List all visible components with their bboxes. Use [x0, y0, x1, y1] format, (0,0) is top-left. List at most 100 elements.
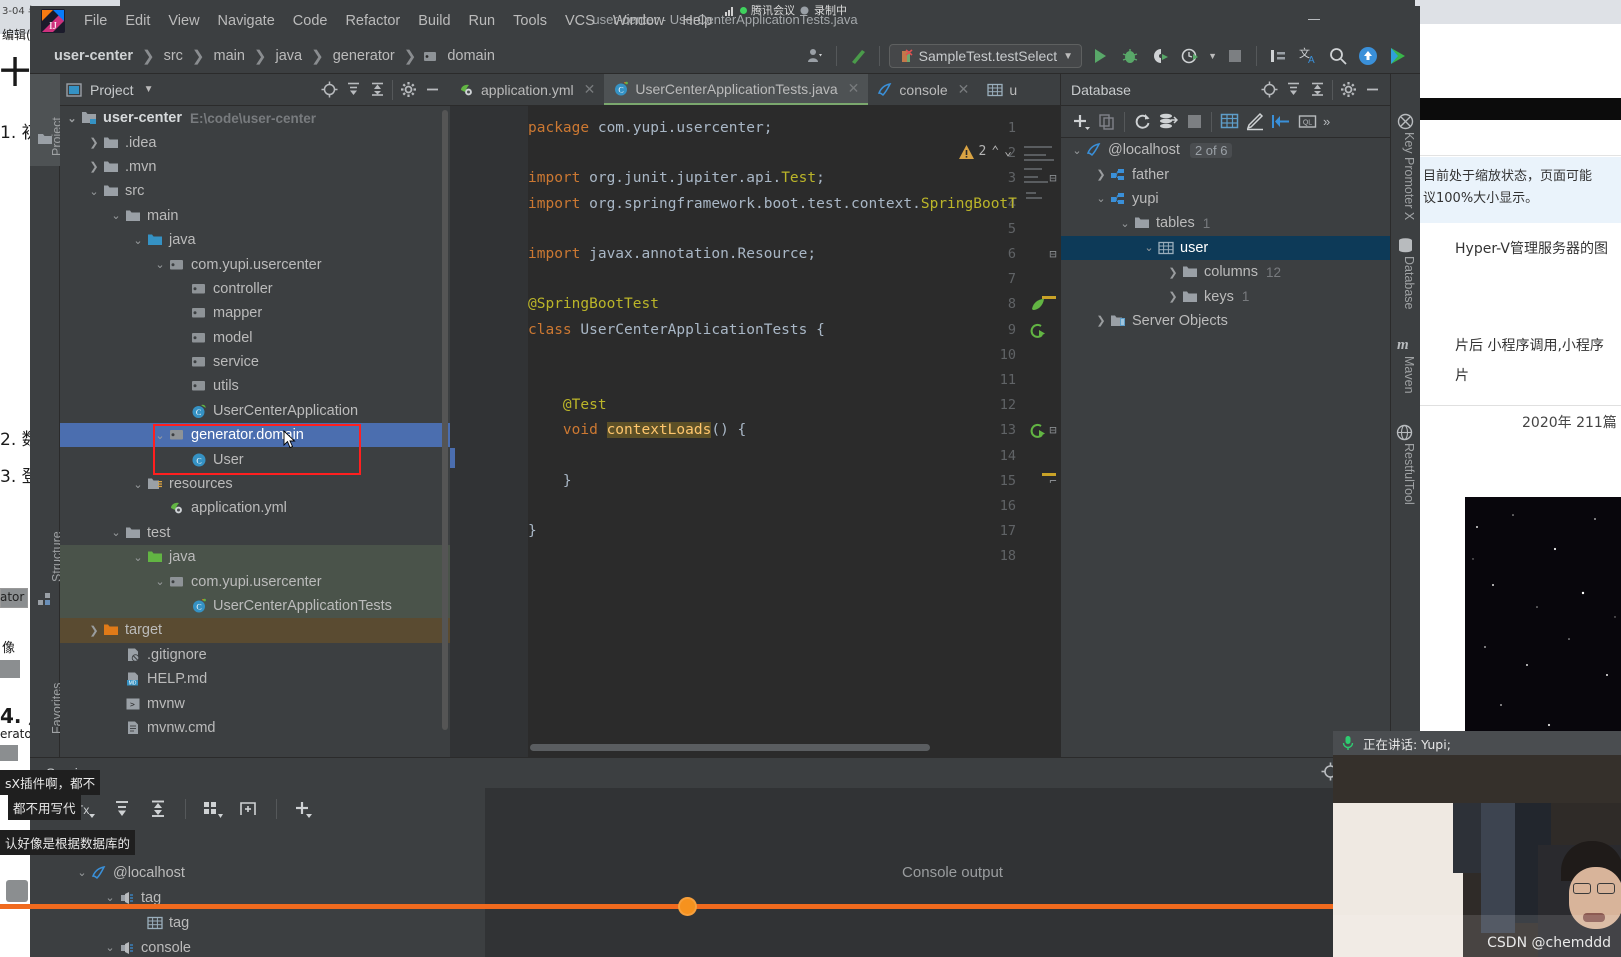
menu-help[interactable]: Help: [674, 10, 720, 32]
project-tree-row[interactable]: ⌄ generator.domain: [60, 423, 450, 448]
database-tree-row[interactable]: ⌄ @localhost 2 of 6: [1061, 138, 1390, 162]
project-tree-row[interactable]: ❯ .mvn: [60, 155, 450, 179]
chevron-right-icon[interactable]: ❯: [86, 136, 102, 149]
chevron-down-icon[interactable]: ⌄: [1117, 217, 1133, 230]
chevron-down-icon[interactable]: ⌄: [102, 891, 118, 904]
chevron-down-icon[interactable]: ⌄: [130, 234, 146, 247]
expand-all-icon[interactable]: [1281, 78, 1305, 102]
project-scrollbar[interactable]: [442, 110, 448, 730]
chevron-down-icon[interactable]: ⌄: [1069, 144, 1085, 157]
minimize-button[interactable]: [1308, 19, 1320, 20]
video-progress-knob[interactable]: [678, 897, 697, 916]
project-tree-row[interactable]: mapper: [60, 301, 450, 325]
breadcrumb-user-center[interactable]: user-center: [50, 46, 137, 66]
chevron-down-icon[interactable]: ⌄: [108, 526, 124, 539]
chevron-right-icon[interactable]: ❯: [86, 624, 102, 637]
breadcrumb-java[interactable]: java: [272, 46, 307, 66]
expand-all-icon[interactable]: [341, 78, 365, 102]
services-tree-row[interactable]: ⌄ @localhost: [30, 860, 485, 885]
gear-icon[interactable]: [396, 78, 420, 102]
menu-navigate[interactable]: Navigate: [210, 10, 283, 32]
code-line[interactable]: class UserCenterApplicationTests {: [528, 322, 825, 338]
collapse-all-icon[interactable]: [365, 78, 389, 102]
project-tree-row[interactable]: ❯ .idea: [60, 130, 450, 154]
project-tree-row[interactable]: ⌄ com.yupi.usercenter: [60, 569, 450, 594]
sidebar-item-restful-tool[interactable]: RestfulTool: [1402, 443, 1416, 505]
grid-icon[interactable]: [201, 797, 225, 821]
project-tree-row[interactable]: application.yml: [60, 496, 450, 520]
editor-tab[interactable]: C UserCenterApplicationTests.java ✕: [604, 74, 869, 105]
chevron-down-icon[interactable]: ⌄: [108, 209, 124, 222]
fold-collapse-icon[interactable]: ⊟: [1046, 423, 1060, 437]
database-tree-row[interactable]: ❯ keys 1: [1061, 284, 1390, 308]
project-tree-row[interactable]: C UserCenterApplicationTests: [60, 593, 450, 619]
editor-gutter[interactable]: [450, 106, 528, 757]
close-tab-icon[interactable]: ✕: [958, 81, 970, 98]
hide-panel-icon[interactable]: [1360, 78, 1384, 102]
code-line[interactable]: import org.junit.jupiter.api.Test;: [528, 170, 825, 186]
breadcrumb-src[interactable]: src: [160, 46, 187, 66]
code-line[interactable]: void contextLoads() {: [528, 422, 746, 439]
sync-icon[interactable]: [1156, 110, 1180, 134]
sidebar-item-key-promoter-x[interactable]: Key Promoter X: [1402, 132, 1416, 220]
project-tree[interactable]: ⌄ user-center E:\code\user-center ❯ .idea ❯ .m…: [60, 106, 450, 757]
locate-icon[interactable]: [317, 78, 341, 102]
more-icon[interactable]: »: [1323, 114, 1330, 129]
close-tab-icon[interactable]: ✕: [584, 81, 596, 98]
project-tree-row[interactable]: ⌄ user-center E:\code\user-center: [60, 106, 450, 130]
editor-tabbar[interactable]: application.yml ✕ C UserCenterApplicationTe…: [450, 74, 1060, 106]
chevron-down-icon[interactable]: ⌄: [64, 112, 80, 125]
project-tree-row[interactable]: > mvnw: [60, 691, 450, 715]
chevron-down-icon[interactable]: ⌄: [152, 258, 168, 271]
search-icon[interactable]: [1326, 44, 1350, 68]
chevron-right-icon[interactable]: ❯: [1165, 290, 1181, 303]
collapse-all-icon[interactable]: [1305, 78, 1329, 102]
locate-icon[interactable]: [1257, 78, 1281, 102]
project-tree-row[interactable]: ⌄ com.yupi.usercenter: [60, 252, 450, 276]
inspection-status[interactable]: 2 ⌃ ⌄: [958, 144, 1012, 159]
database-tree-row[interactable]: ❯ Server Objects: [1061, 309, 1390, 333]
add-icon[interactable]: [292, 797, 316, 821]
collapse-all-icon[interactable]: [146, 797, 170, 821]
editor-tab[interactable]: console ✕: [868, 74, 978, 105]
translate-icon[interactable]: 文A: [1296, 44, 1320, 68]
editor-horizontal-scrollbar[interactable]: [530, 744, 930, 751]
site-article-text-2[interactable]: 片: [1455, 365, 1469, 385]
menu-view[interactable]: View: [160, 10, 207, 32]
database-tree[interactable]: ⌄ @localhost 2 of 6 ❯ father ⌄ yupi ⌄ tables 1 ⌄ us…: [1061, 138, 1390, 757]
project-tree-row[interactable]: mvnw.cmd: [60, 716, 450, 740]
services-tree-row[interactable]: tag: [30, 910, 485, 935]
spring-leaf-icon[interactable]: [1030, 297, 1046, 313]
stop-icon[interactable]: [1182, 110, 1206, 134]
editor-minimap[interactable]: [1022, 142, 1056, 202]
code-line[interactable]: import org.springframework.boot.test.con…: [528, 196, 1017, 212]
breadcrumb-domain[interactable]: domain: [443, 46, 499, 66]
run-test-icon[interactable]: [1030, 323, 1046, 339]
fold-collapse-icon[interactable]: ⊟: [1046, 247, 1060, 261]
project-tree-row[interactable]: ⌄ test: [60, 521, 450, 545]
breadcrumb-main[interactable]: main: [209, 46, 248, 66]
database-tree-row[interactable]: ❯ father: [1061, 162, 1390, 186]
gear-icon[interactable]: [1336, 78, 1360, 102]
code-line[interactable]: }: [528, 473, 572, 489]
sidebar-item-database[interactable]: Database: [1402, 256, 1416, 310]
chevron-right-icon[interactable]: ❯: [1165, 266, 1181, 279]
menu-window[interactable]: Window: [605, 10, 673, 32]
refresh-icon[interactable]: [1130, 110, 1154, 134]
database-tree-row[interactable]: ⌄ user: [1061, 235, 1390, 260]
menu-run[interactable]: Run: [461, 10, 504, 32]
error-stripe-mark[interactable]: [1042, 473, 1056, 476]
project-tree-row[interactable]: ⌄ java: [60, 545, 450, 570]
project-tree-row[interactable]: .gitignore: [60, 643, 450, 667]
menu-edit[interactable]: Edit: [117, 10, 158, 32]
site-archive-text[interactable]: 2020年 211篇: [1522, 412, 1617, 432]
chevron-down-icon[interactable]: ⌄: [1141, 241, 1157, 254]
chevron-down-icon[interactable]: ▼: [144, 84, 154, 95]
editor-tab[interactable]: application.yml ✕: [450, 74, 604, 105]
copy-icon[interactable]: [1095, 110, 1119, 134]
menu-build[interactable]: Build: [410, 10, 458, 32]
database-tree-row[interactable]: ❯ columns 12: [1061, 260, 1390, 284]
editor-tab[interactable]: u: [978, 74, 1026, 105]
expand-all-icon[interactable]: [110, 797, 134, 821]
database-tree-row[interactable]: ⌄ tables 1: [1061, 211, 1390, 235]
